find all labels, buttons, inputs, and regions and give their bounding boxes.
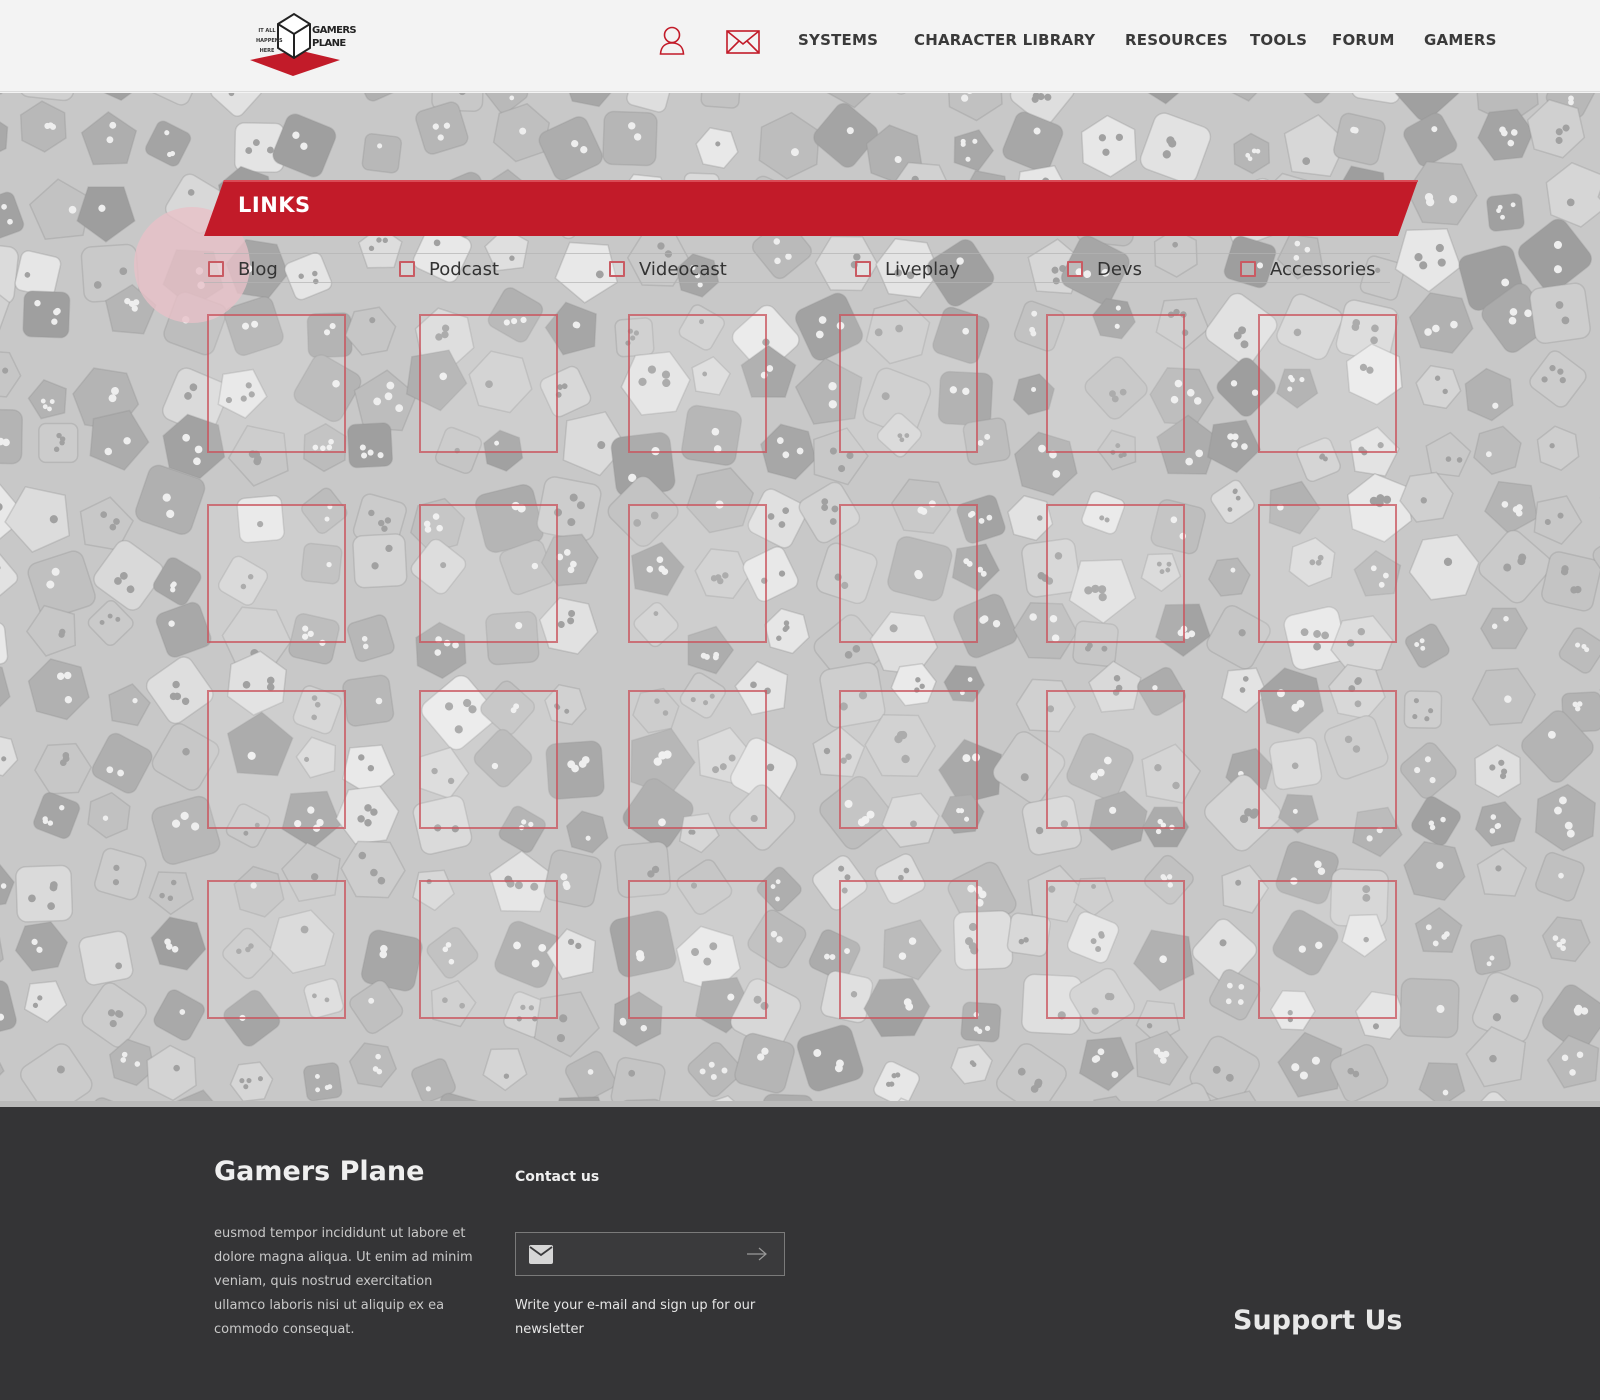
link-tile[interactable]	[207, 504, 346, 643]
logo-wordmark: GAMERS PLANE	[312, 24, 360, 50]
nav-character-library[interactable]: CHARACTER LIBRARY	[914, 31, 1095, 49]
filter-label: Videocast	[639, 258, 727, 280]
link-filters: Blog Podcast Videocast Liveplay Devs Acc…	[204, 253, 1390, 283]
link-tile[interactable]	[839, 314, 978, 453]
link-tile[interactable]	[1046, 314, 1185, 453]
link-tile[interactable]	[207, 314, 346, 453]
link-tile[interactable]	[207, 880, 346, 1019]
link-tile[interactable]	[628, 690, 767, 829]
logo-wordmark-line2: PLANE	[312, 38, 346, 49]
logo-wordmark-line1: GAMERS	[312, 25, 357, 36]
filter-label: Devs	[1097, 258, 1142, 280]
link-tile[interactable]	[1046, 880, 1185, 1019]
link-tile[interactable]	[839, 504, 978, 643]
link-tile[interactable]	[1046, 690, 1185, 829]
newsletter-email-input[interactable]	[566, 1241, 736, 1267]
link-tile[interactable]	[207, 690, 346, 829]
submit-arrow-icon[interactable]	[746, 1246, 768, 1267]
link-tile[interactable]	[839, 690, 978, 829]
filter-podcast[interactable]: Podcast	[399, 257, 499, 281]
nav-gamers[interactable]: GAMERS	[1424, 31, 1497, 49]
checkbox-icon[interactable]	[609, 261, 625, 277]
filter-label: Podcast	[429, 258, 500, 280]
link-tile[interactable]	[419, 504, 558, 643]
site-logo[interactable]: IT ALL HAPPENS HERE GAMERS PLANE	[248, 10, 360, 78]
filter-label: Liveplay	[885, 258, 960, 280]
nav-tools[interactable]: TOOLS	[1250, 31, 1307, 49]
banner-shape	[204, 180, 1418, 236]
nav-forum[interactable]: FORUM	[1332, 31, 1395, 49]
link-tile[interactable]	[419, 690, 558, 829]
link-tile[interactable]	[419, 880, 558, 1019]
link-tile[interactable]	[628, 504, 767, 643]
support-us-link[interactable]: Support Us	[1233, 1305, 1403, 1336]
contact-heading: Contact us	[515, 1169, 600, 1185]
filter-videocast[interactable]: Videocast	[609, 257, 727, 281]
newsletter-note: Write your e-mail and sign up for our ne…	[515, 1298, 756, 1337]
links-banner: LINKS	[204, 178, 1418, 238]
footer-description: eusmod tempor incididunt ut labore et do…	[214, 1226, 473, 1337]
link-tile[interactable]	[839, 880, 978, 1019]
nav-systems[interactable]: SYSTEMS	[798, 31, 878, 49]
footer-brand: Gamers Plane	[214, 1156, 425, 1187]
link-tile[interactable]	[1258, 880, 1397, 1019]
links-title: LINKS	[238, 193, 311, 217]
logo-tagline: IT ALL HAPPENS HERE	[256, 28, 283, 54]
filter-accessories[interactable]: Accessories	[1240, 257, 1376, 281]
checkbox-icon[interactable]	[855, 261, 871, 277]
newsletter-form	[515, 1232, 785, 1276]
filter-blog[interactable]: Blog	[208, 257, 278, 281]
link-tile[interactable]	[1258, 314, 1397, 453]
envelope-icon	[529, 1245, 553, 1269]
link-tile[interactable]	[1258, 504, 1397, 643]
link-tile[interactable]	[628, 880, 767, 1019]
mail-icon[interactable]	[726, 30, 760, 59]
user-icon[interactable]	[659, 26, 685, 61]
filter-liveplay[interactable]: Liveplay	[855, 257, 960, 281]
checkbox-icon[interactable]	[208, 261, 224, 277]
checkbox-icon[interactable]	[1067, 261, 1083, 277]
link-tile[interactable]	[628, 314, 767, 453]
checkbox-icon[interactable]	[399, 261, 415, 277]
site-header: IT ALL HAPPENS HERE GAMERS PLANE SYSTEMS…	[0, 0, 1600, 92]
link-tile[interactable]	[1046, 504, 1185, 643]
filter-devs[interactable]: Devs	[1067, 257, 1142, 281]
checkbox-icon[interactable]	[1240, 261, 1256, 277]
link-tile[interactable]	[1258, 690, 1397, 829]
nav-resources[interactable]: RESOURCES	[1125, 31, 1228, 49]
link-tile[interactable]	[419, 314, 558, 453]
filter-label: Blog	[238, 258, 278, 280]
filter-label: Accessories	[1270, 258, 1376, 280]
